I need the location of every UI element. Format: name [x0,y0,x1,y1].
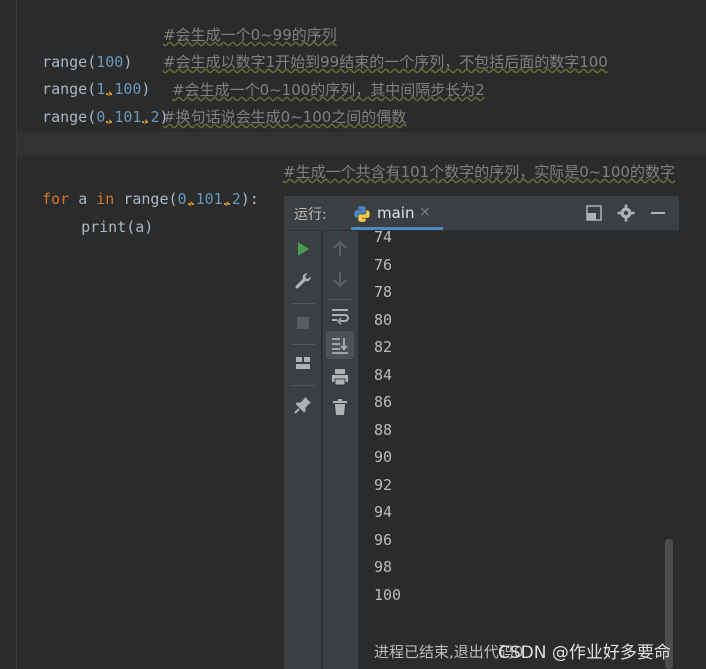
output-line: 96 [374,531,393,549]
output-line: 76 [374,256,393,274]
code-comment-2: #会生成以数字1开始到99结束的一个序列，不包括后面的数字100 [163,53,608,71]
code-number: 0 [177,190,187,208]
close-icon[interactable]: × [419,204,431,220]
output-line: 80 [374,311,393,329]
output-line: 78 [374,283,393,301]
arrow-down-icon[interactable] [330,269,350,289]
restore-layout-icon[interactable] [585,204,603,222]
code-number: 0 [96,108,106,126]
print-icon[interactable] [330,367,350,387]
code-comma: , [186,190,196,208]
output-line: 94 [374,503,393,521]
toolbar-separator [291,385,315,386]
code-number: 101 [195,190,223,208]
output-line: 90 [374,448,393,466]
editor-gutter-divider [16,0,17,669]
output-line: 92 [374,476,393,494]
toolbar-separator [291,303,315,304]
output-line: 82 [374,338,393,356]
pin-icon[interactable] [293,395,313,415]
output-line: 100 [374,586,402,604]
code-line-2[interactable]: range(1,100) [24,49,150,98]
watermark: CSDN @作业好多要命 [498,643,671,663]
code-line-3[interactable]: range(0,101,2) [24,77,168,126]
code-number: 2 [231,190,241,208]
run-toolbar-left [285,231,321,669]
output-line: 74 [374,228,393,246]
code-comment-for: #生成一个共含有101个数字的序列，实际是0~100的数字 [283,163,675,181]
code-paren: ( [168,190,178,208]
code-comma: , [222,190,232,208]
python-icon [354,206,370,222]
run-toolbar-right [322,231,358,669]
code-function: print [81,218,127,236]
wrench-icon[interactable] [293,271,313,291]
output-line: 88 [374,421,393,439]
code-line-for[interactable]: for a in range(0,101,2): [24,159,259,208]
run-title: 运行: [294,207,327,223]
code-comment-1: #会生成一个0~99的序列 [163,26,337,44]
code-function: range [42,108,88,126]
console-output[interactable]: 74 76 78 80 82 84 86 88 90 92 94 96 98 1… [358,228,679,669]
rerun-icon[interactable] [293,239,313,259]
trash-icon[interactable] [330,397,350,417]
toolbar-separator [328,299,352,300]
code-paren: ( [87,108,97,126]
arrow-up-icon[interactable] [330,239,350,259]
code-number: 101 [114,108,142,126]
code-comma: , [141,108,151,126]
output-line: 98 [374,558,393,576]
layout-icon[interactable] [293,353,313,373]
code-line-print[interactable]: print(a) [63,187,153,236]
code-paren: ): [240,190,259,208]
gear-icon[interactable] [617,204,635,222]
tab-active-indicator [351,227,443,230]
run-header: 运行: main × [285,196,679,231]
stop-icon[interactable] [293,313,313,333]
minimize-icon[interactable] [649,204,667,222]
current-line-highlight [17,132,706,156]
output-line: 84 [374,366,393,384]
scroll-to-end-icon[interactable] [330,335,350,355]
code-comma: , [105,108,115,126]
code-args: (a) [126,218,154,236]
code-comment-3: #会生成一个0~100的序列，其中间隔步长为2 [172,81,485,99]
code-line-1[interactable]: range(100) [24,22,132,71]
output-line: 86 [374,393,393,411]
run-tab-main[interactable]: main × [351,196,443,230]
code-comment-4: #换句话说会生成0~100之间的偶数 [163,108,407,126]
run-tab-label: main [377,204,415,222]
run-tool-window: 运行: main × 74 76 78 80 82 84 86 88 90 92… [284,196,679,669]
toolbar-separator [291,344,315,345]
soft-wrap-icon[interactable] [330,305,350,325]
